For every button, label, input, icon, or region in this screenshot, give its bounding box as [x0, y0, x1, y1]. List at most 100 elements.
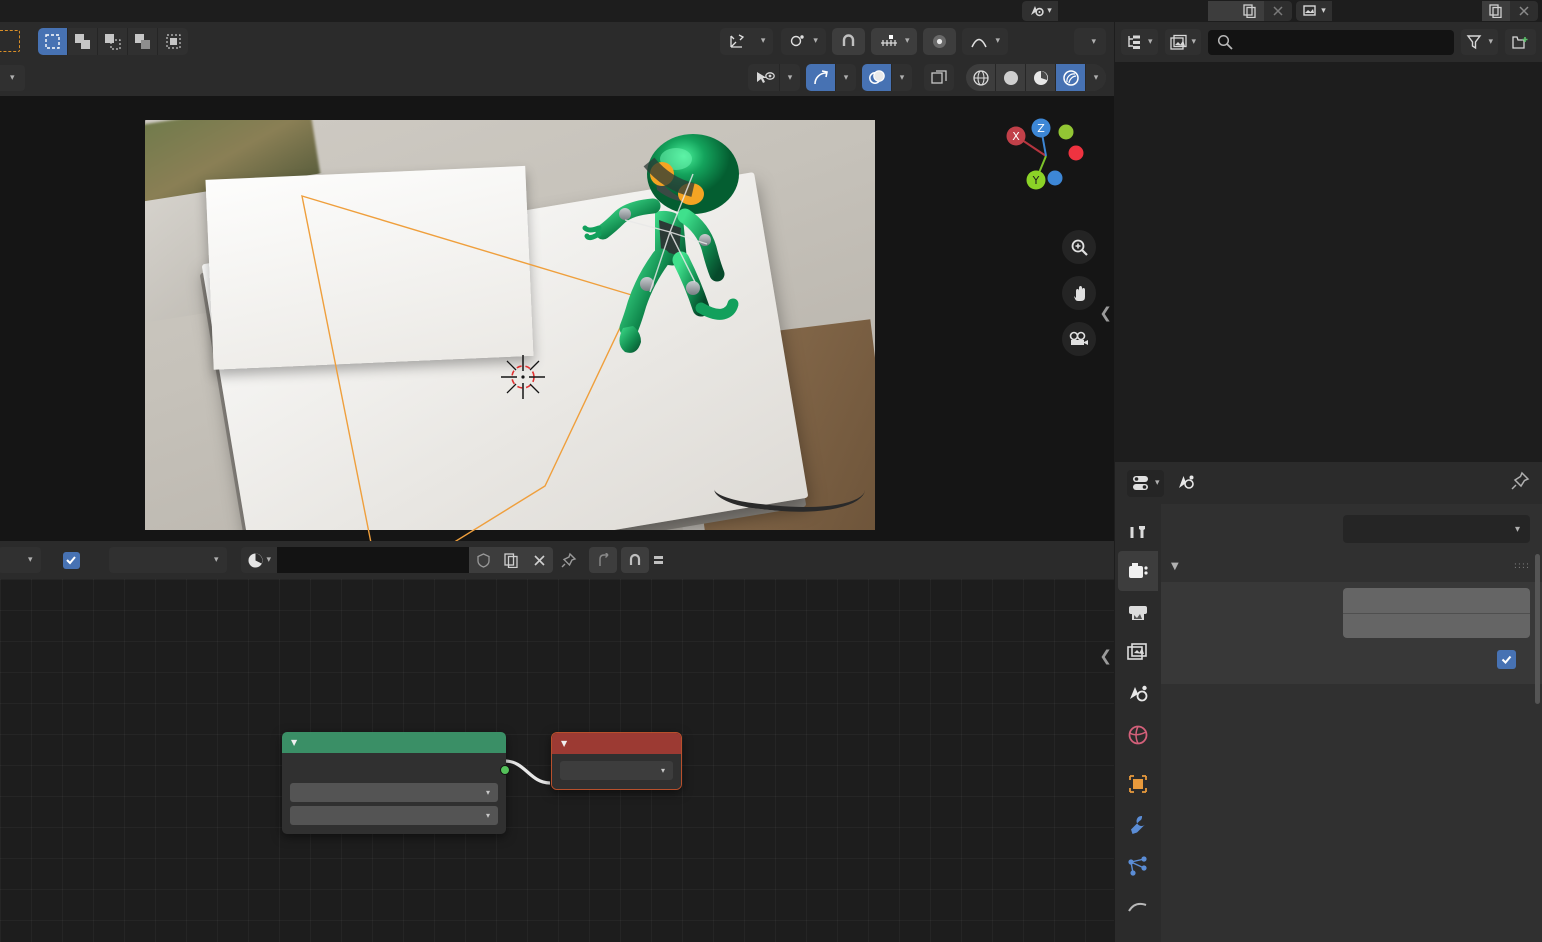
- material-browse-button[interactable]: ▾: [240, 547, 278, 573]
- rendered-shading-button[interactable]: [1056, 64, 1086, 91]
- shader-type-dropdown[interactable]: ▾: [0, 547, 41, 573]
- properties-context-dropdown[interactable]: ▾: [1127, 469, 1164, 497]
- viewport-denoising-row: [1173, 646, 1530, 672]
- scene-icon: ▾: [1022, 1, 1058, 21]
- scene-icon: [1178, 475, 1194, 489]
- wireframe-shading-button[interactable]: [966, 64, 996, 91]
- node-sidebar-collapse-icon[interactable]: ❮: [1099, 647, 1112, 665]
- fake-user-button[interactable]: [469, 547, 498, 573]
- new-material-button[interactable]: [497, 547, 526, 573]
- pan-button[interactable]: [1062, 276, 1096, 310]
- outliner-filter-id-dropdown[interactable]: ▾: [1164, 29, 1202, 55]
- svg-text:X: X: [1012, 130, 1020, 143]
- visibility-icon: [748, 64, 780, 91]
- tab-view-layer[interactable]: [1118, 633, 1158, 673]
- sampling-render-value[interactable]: [1343, 588, 1530, 613]
- pivot-point-dropdown[interactable]: ▾: [781, 27, 826, 55]
- tab-tool[interactable]: [1118, 510, 1158, 550]
- zoom-button[interactable]: [1062, 230, 1096, 264]
- drag-grip-icon[interactable]: ::::: [1514, 561, 1530, 570]
- properties-scrollbar[interactable]: [1535, 554, 1540, 704]
- tab-scene[interactable]: [1118, 674, 1158, 714]
- node-output-bsdf: [290, 759, 510, 780]
- gizmo-chevron-down-icon[interactable]: ▾: [836, 64, 856, 91]
- gizmo-dropdown[interactable]: ▾: [806, 64, 856, 91]
- snap-magnet-toggle[interactable]: [831, 27, 865, 55]
- 3d-cursor: [497, 351, 549, 403]
- visibility-chevron-down-icon[interactable]: ▾: [780, 64, 800, 91]
- new-viewlayer-button[interactable]: [1482, 1, 1510, 21]
- material-slot-dropdown[interactable]: ▾: [108, 547, 227, 573]
- scene-users-count[interactable]: [1208, 1, 1236, 21]
- tab-render[interactable]: [1118, 551, 1158, 591]
- solid-shading-button[interactable]: [996, 64, 1026, 91]
- node-canvas[interactable]: ▼ ▾ ▾ ▼ ▾ ❮: [0, 579, 1114, 942]
- delete-scene-button[interactable]: [1264, 1, 1292, 21]
- transform-orientation-dropdown[interactable]: ▾: [719, 27, 774, 55]
- outliner-display-mode-dropdown[interactable]: ▾: [1121, 29, 1158, 55]
- node-principled-bsdf[interactable]: ▼ ▾ ▾: [282, 732, 510, 834]
- overlays-toggle-icon[interactable]: [862, 64, 892, 91]
- mode-selector[interactable]: ▾: [0, 65, 25, 91]
- properties-pin-button[interactable]: [1510, 471, 1530, 495]
- proportional-edit-toggle[interactable]: [923, 27, 957, 55]
- select-intersect-button[interactable]: [158, 28, 188, 55]
- viewport-canvas[interactable]: X Y Z ❮: [0, 96, 1114, 541]
- overlays-chevron-down-icon[interactable]: ▾: [892, 64, 912, 91]
- topbar-scene-controls: ▾ ▾: [1022, 0, 1542, 22]
- xray-toggle[interactable]: [924, 64, 954, 91]
- gizmo-toggle-icon[interactable]: [806, 64, 836, 91]
- tab-physics[interactable]: [1118, 887, 1158, 927]
- subsurface-method-dropdown[interactable]: ▾: [290, 805, 498, 826]
- active-tool-icon[interactable]: [0, 30, 20, 52]
- unlink-material-button[interactable]: [525, 547, 554, 573]
- tab-output[interactable]: [1118, 592, 1158, 632]
- outliner-search-input[interactable]: [1208, 29, 1455, 55]
- navigation-gizmo[interactable]: X Y Z: [998, 108, 1094, 204]
- viewport-denoising-checkbox[interactable]: [1497, 649, 1516, 669]
- use-nodes-checkbox[interactable]: [62, 551, 80, 569]
- overlays-dropdown[interactable]: ▾: [862, 64, 912, 91]
- viewport-display-controls: ▾ ▾ ▾ ▾: [748, 64, 1106, 91]
- proportional-falloff-dropdown[interactable]: ▾: [962, 27, 1008, 55]
- viewport-options-button[interactable]: ▾: [1074, 28, 1106, 55]
- tab-modifiers[interactable]: [1118, 805, 1158, 845]
- select-new-button[interactable]: [38, 27, 68, 55]
- snap-node-button[interactable]: [621, 547, 650, 573]
- visibility-dropdown[interactable]: ▾: [748, 64, 800, 91]
- use-nodes-toggle[interactable]: [62, 551, 89, 569]
- shading-chevron-down-icon[interactable]: ▾: [1086, 64, 1106, 91]
- select-invert-button[interactable]: [128, 27, 158, 55]
- viewlayer-selector[interactable]: ▾: [1296, 1, 1538, 21]
- distribution-dropdown[interactable]: ▾: [290, 782, 498, 803]
- select-extend-button[interactable]: [68, 27, 98, 55]
- shader-node-editor: ▾ ▾ ▾ ▼ ▾ ▾ ▼ ▾ ❮: [0, 541, 1114, 942]
- tab-world[interactable]: [1118, 715, 1158, 755]
- xray-icon[interactable]: [924, 64, 954, 91]
- camera-view-button[interactable]: [1062, 322, 1096, 356]
- tab-object[interactable]: [1118, 764, 1158, 804]
- viewport-sidebar-collapse-icon[interactable]: ❮: [1099, 304, 1112, 322]
- node-material-output[interactable]: ▼ ▾: [551, 732, 682, 790]
- sampling-viewport-value[interactable]: [1343, 613, 1530, 638]
- bsdf-output-socket[interactable]: [500, 765, 510, 775]
- material-name-field[interactable]: [277, 547, 470, 573]
- output-target-dropdown[interactable]: ▾: [560, 760, 673, 781]
- scene-selector[interactable]: ▾: [1022, 1, 1292, 21]
- snap-settings-dropdown[interactable]: ▾: [870, 27, 918, 55]
- outliner-new-collection-button[interactable]: [1505, 29, 1536, 55]
- tab-particles[interactable]: [1118, 846, 1158, 886]
- render-engine-dropdown[interactable]: ▾: [1343, 515, 1530, 543]
- delete-viewlayer-button[interactable]: [1510, 1, 1538, 21]
- sampling-panel-header[interactable]: ▼ ::::: [1161, 550, 1542, 582]
- outliner-filter-dropdown[interactable]: ▾: [1461, 29, 1498, 55]
- go-to-parent-button[interactable]: [589, 547, 618, 573]
- select-subtract-button[interactable]: [98, 27, 128, 55]
- node-header[interactable]: ▼: [282, 732, 506, 753]
- properties-body[interactable]: ▾ ▼ ::::: [1161, 504, 1542, 942]
- node-header[interactable]: ▼: [552, 733, 681, 754]
- node-overlay-button[interactable]: [649, 547, 667, 573]
- new-scene-button[interactable]: [1236, 1, 1264, 21]
- pin-button[interactable]: [553, 552, 583, 569]
- material-preview-button[interactable]: [1026, 64, 1056, 91]
